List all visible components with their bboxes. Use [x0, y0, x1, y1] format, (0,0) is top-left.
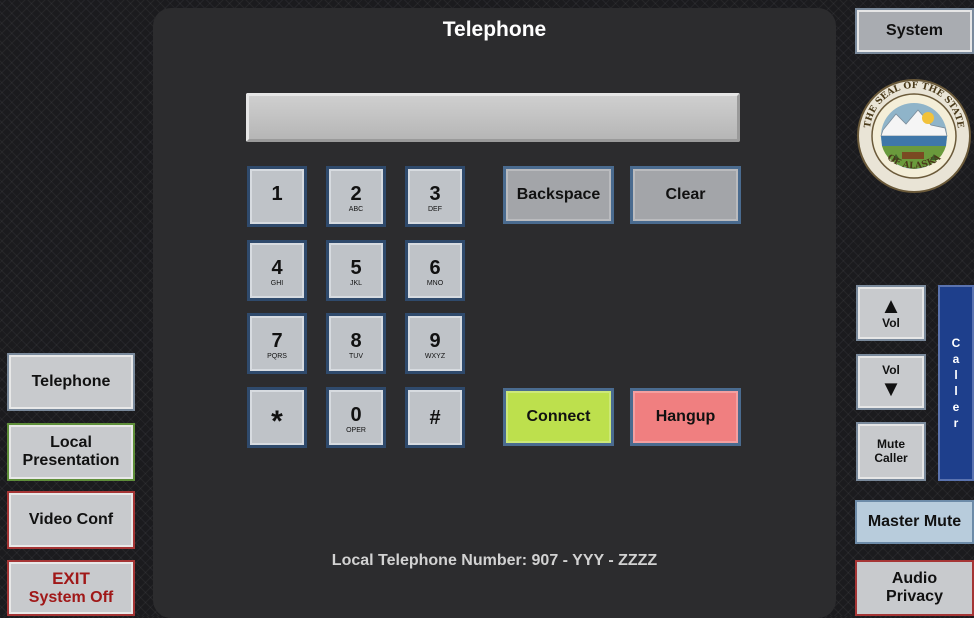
caller-letter: a — [952, 352, 960, 366]
key-digit: 4 — [271, 257, 283, 279]
vol-up-label: Vol — [882, 316, 900, 331]
key-9[interactable]: 9 WXYZ — [405, 313, 465, 374]
key-digit: 8 — [350, 330, 362, 352]
clear-button[interactable]: Clear — [630, 166, 741, 224]
local-telephone-number: Local Telephone Number: 907 - YYY - ZZZZ — [331, 552, 658, 569]
nav-label-line2: Presentation — [22, 452, 120, 469]
audio-privacy-button[interactable]: Audio Privacy — [855, 560, 974, 616]
key-digit: 3 — [429, 183, 441, 205]
volume-down-button[interactable]: Vol ▼ — [856, 354, 926, 410]
key-digit: 5 — [350, 257, 362, 279]
triangle-down-icon: ▼ — [880, 375, 902, 401]
key-5[interactable]: 5 JKL — [326, 240, 386, 301]
key-letters: OPER — [346, 427, 366, 434]
mute-caller-button[interactable]: Mute Caller — [856, 422, 926, 481]
caller-letter: l — [954, 368, 958, 382]
key-4[interactable]: 4 GHI — [247, 240, 307, 301]
key-digit: 6 — [429, 257, 441, 279]
system-button[interactable]: System — [855, 8, 974, 54]
key-6[interactable]: 6 MNO — [405, 240, 465, 301]
caller-letter: l — [954, 384, 958, 398]
key-0[interactable]: 0 OPER — [326, 387, 386, 448]
caller-volume-bar: C a l l e r — [938, 285, 974, 481]
key-star[interactable]: * — [247, 387, 307, 448]
caller-letter: e — [952, 400, 960, 414]
key-7[interactable]: 7 PQRS — [247, 313, 307, 374]
connect-button[interactable]: Connect — [503, 388, 614, 446]
key-letters: DEF — [428, 206, 442, 213]
key-digit: 1 — [271, 183, 283, 205]
key-2[interactable]: 2 ABC — [326, 166, 386, 227]
exit-label: EXIT — [52, 569, 90, 589]
key-letters: WXYZ — [424, 353, 446, 360]
page-title: Telephone — [442, 18, 547, 41]
triangle-up-icon: ▲ — [880, 293, 902, 319]
nav-label-line1: Local — [50, 433, 92, 451]
key-letters: ABC — [348, 206, 364, 213]
caller-letter: r — [953, 416, 959, 430]
caller-letter: C — [951, 336, 961, 350]
key-pound[interactable]: # — [405, 387, 465, 448]
dial-display — [246, 93, 740, 142]
key-letters: MNO — [426, 280, 444, 287]
key-1[interactable]: 1 — [247, 166, 307, 227]
key-digit: # — [429, 406, 441, 429]
key-letters: JKL — [349, 280, 363, 287]
hangup-button[interactable]: Hangup — [630, 388, 741, 446]
key-3[interactable]: 3 DEF — [405, 166, 465, 227]
nav-telephone-button[interactable]: Telephone — [7, 353, 135, 411]
key-digit: * — [271, 404, 283, 438]
key-8[interactable]: 8 TUV — [326, 313, 386, 374]
nav-local-presentation-button[interactable]: Local Presentation — [7, 423, 135, 481]
key-digit: 2 — [350, 183, 362, 205]
key-letters: PQRS — [267, 353, 287, 360]
key-digit: 9 — [429, 330, 441, 352]
system-off-label: System Off — [28, 588, 114, 606]
key-digit: 0 — [350, 404, 362, 426]
master-mute-button[interactable]: Master Mute — [855, 500, 974, 544]
audio-privacy-line2: Privacy — [886, 588, 943, 605]
mute-caller-label-line2: Caller — [874, 450, 908, 465]
key-digit: 7 — [271, 330, 283, 352]
volume-up-button[interactable]: ▲ Vol — [856, 285, 926, 341]
exit-system-off-button[interactable]: EXIT System Off — [7, 560, 135, 616]
backspace-button[interactable]: Backspace — [503, 166, 614, 224]
key-letters: GHI — [270, 280, 284, 287]
alaska-state-seal: THE SEAL OF THE STATE OF ALASKA — [857, 79, 971, 193]
audio-privacy-line1: Audio — [891, 569, 938, 587]
key-letters: TUV — [349, 353, 363, 360]
mute-caller-label-line1: Mute — [877, 436, 905, 451]
nav-video-conf-button[interactable]: Video Conf — [7, 491, 135, 549]
